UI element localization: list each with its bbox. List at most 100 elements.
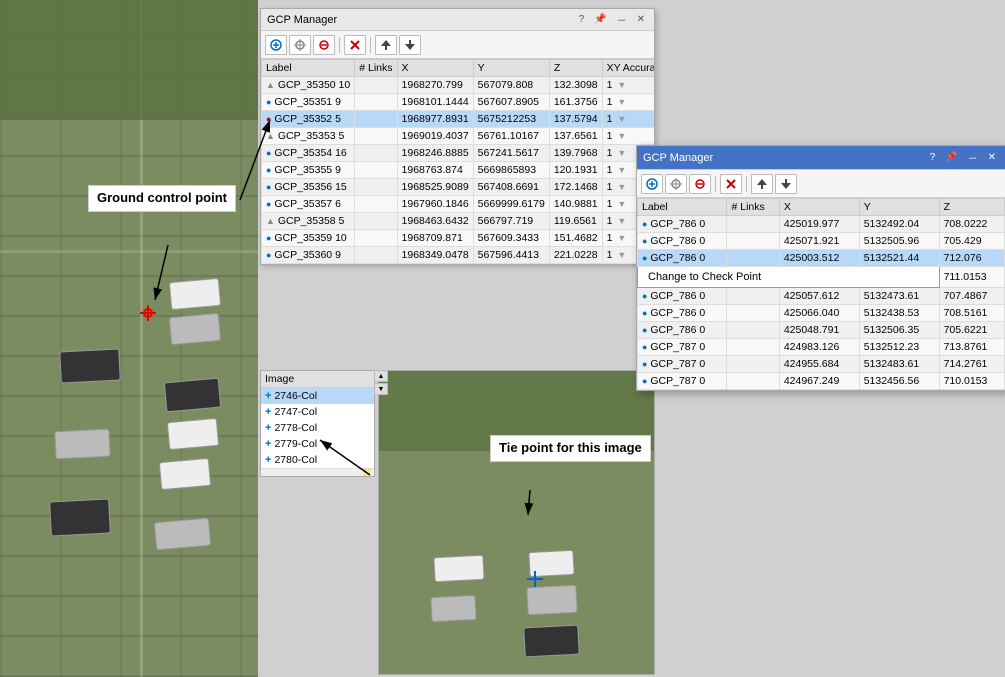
col-label[interactable]: Label xyxy=(262,60,355,77)
col-y[interactable]: Y xyxy=(473,60,549,77)
plus-icon: + xyxy=(265,454,271,466)
cell-y: 5669999.6179 xyxy=(473,196,549,213)
right-minimize-btn[interactable]: － xyxy=(965,150,981,165)
table-row[interactable]: ● GCP_786 0 425057.612 5132473.61 707.48… xyxy=(638,288,1005,305)
col-z[interactable]: Z xyxy=(549,60,602,77)
right-cell-y: 5132505.96 xyxy=(859,233,939,250)
col-xy-acc[interactable]: XY Accuracy xyxy=(602,60,654,77)
import-btn[interactable] xyxy=(375,35,397,55)
right-cell-label: ● GCP_786 0 xyxy=(638,250,727,267)
table-row[interactable]: ● GCP_787 0 424967.249 5132456.56 710.01… xyxy=(638,373,1005,390)
image-list-panel: Image +2746-Col+2747-Col+2778-Col+2779-C… xyxy=(260,370,375,477)
plus-icon: + xyxy=(265,390,271,402)
remove-gcp-btn[interactable] xyxy=(313,35,335,55)
main-table-scroll[interactable]: Label # Links X Y Z XY Accuracy Z Accura… xyxy=(261,59,654,264)
table-row[interactable]: ● GCP_35356 15 1968525.9089 567408.6691 … xyxy=(262,179,655,196)
table-row[interactable]: ● GCP_35360 9 1968349.0478 567596.4413 2… xyxy=(262,247,655,264)
cell-links xyxy=(355,179,397,196)
label-text: GCP_35356 15 xyxy=(274,181,346,193)
right-remove-btn[interactable] xyxy=(689,174,711,194)
cell-z: 221.0228 xyxy=(549,247,602,264)
image-panel-footer: 📁 xyxy=(261,468,374,476)
right-col-z[interactable]: Z xyxy=(939,199,1004,216)
right-table-scroll[interactable]: Label # Links X Y Z ● GCP_786 0 425019.9… xyxy=(637,198,1005,390)
right-cell-label: ● GCP_787 0 xyxy=(638,373,727,390)
right-export-btn[interactable] xyxy=(775,174,797,194)
add-gcp-btn[interactable] xyxy=(265,35,287,55)
list-item[interactable]: +2746-Col xyxy=(261,388,374,404)
scroll-up-btn[interactable]: ▲ xyxy=(374,370,388,382)
row-icon: ● xyxy=(266,199,271,209)
col-links[interactable]: # Links xyxy=(355,60,397,77)
list-item[interactable]: +2780-Col xyxy=(261,452,374,468)
right-cell-z: 710.0153 xyxy=(939,373,1004,390)
row-icon: ▲ xyxy=(266,131,275,141)
toolbar-sep-1 xyxy=(339,37,340,53)
right-cell-x: 424983.126 xyxy=(779,339,859,356)
pin-btn[interactable]: 📌 xyxy=(591,14,609,25)
cell-links xyxy=(355,247,397,264)
right-move-btn[interactable] xyxy=(665,174,687,194)
ground-control-point-label: Ground control point xyxy=(88,185,236,212)
right-col-x[interactable]: X xyxy=(779,199,859,216)
table-row[interactable]: ● GCP_786 0 425071.921 5132505.96 705.42… xyxy=(638,233,1005,250)
minimize-btn[interactable]: － xyxy=(614,12,630,27)
image-panel-header: Image xyxy=(261,371,374,388)
table-row[interactable]: ▲ GCP_35353 5 1969019.4037 56761.10167 1… xyxy=(262,128,655,145)
list-item[interactable]: +2747-Col xyxy=(261,404,374,420)
scroll-down-btn[interactable]: ▼ xyxy=(374,383,388,395)
cell-label: ● GCP_35355 9 xyxy=(262,162,355,179)
right-toolbar xyxy=(637,170,1005,198)
table-row[interactable]: ● GCP_787 0 424983.126 5132512.23 713.87… xyxy=(638,339,1005,356)
move-gcp-btn[interactable] xyxy=(289,35,311,55)
row-icon: ▲ xyxy=(266,80,275,90)
right-col-links[interactable]: # Links xyxy=(727,199,779,216)
table-row[interactable]: ● GCP_786 0 425066.040 5132438.53 708.51… xyxy=(638,305,1005,322)
right-import-btn[interactable] xyxy=(751,174,773,194)
gcp-main-table: Label # Links X Y Z XY Accuracy Z Accura… xyxy=(261,59,654,264)
close-btn[interactable]: ✕ xyxy=(634,14,648,25)
table-row[interactable]: ● GCP_786 0 425003.512 5132521.44 712.07… xyxy=(638,250,1005,267)
row-icon: ● xyxy=(266,182,271,192)
table-row[interactable]: ● GCP_35359 10 1968709.871 567609.3433 1… xyxy=(262,230,655,247)
context-z-value: 711.0153 xyxy=(939,267,1004,288)
right-label-text: GCP_786 0 xyxy=(650,290,705,302)
right-close-btn[interactable]: ✕ xyxy=(985,152,999,163)
cell-label: ▲ GCP_35353 5 xyxy=(262,128,355,145)
delete-btn[interactable] xyxy=(344,35,366,55)
list-item[interactable]: +2779-Col xyxy=(261,436,374,452)
cell-z: 139.7968 xyxy=(549,145,602,162)
list-item[interactable]: +2778-Col xyxy=(261,420,374,436)
table-row[interactable]: ● GCP_35357 6 1967960.1846 5669999.6179 … xyxy=(262,196,655,213)
right-pin-btn[interactable]: 📌 xyxy=(942,152,960,163)
right-col-y[interactable]: Y xyxy=(859,199,939,216)
cell-label: ● GCP_35352 5 xyxy=(262,111,355,128)
table-row[interactable]: ● GCP_35352 5 1968977.8931 5675212253 13… xyxy=(262,111,655,128)
table-row[interactable]: ▲ GCP_35358 5 1968463.6432 566797.719 11… xyxy=(262,213,655,230)
col-x[interactable]: X xyxy=(397,60,473,77)
cell-label: ● GCP_35359 10 xyxy=(262,230,355,247)
right-cell-label: ● GCP_786 0 xyxy=(638,305,727,322)
export-btn[interactable] xyxy=(399,35,421,55)
table-row[interactable]: ● GCP_786 0 425019.977 5132492.04 708.02… xyxy=(638,216,1005,233)
right-help-btn[interactable]: ? xyxy=(927,152,939,163)
change-check-point-cell[interactable]: Change to Check Point xyxy=(638,267,940,288)
right-delete-btn[interactable] xyxy=(720,174,742,194)
right-label-text: GCP_787 0 xyxy=(650,358,705,370)
right-cell-y: 5132483.61 xyxy=(859,356,939,373)
right-add-btn[interactable] xyxy=(641,174,663,194)
table-row[interactable]: ● GCP_787 0 424955.684 5132483.61 714.27… xyxy=(638,356,1005,373)
table-row[interactable]: ● GCP_35355 9 1968763.874 5669865893 120… xyxy=(262,162,655,179)
table-row[interactable]: ● GCP_35351 9 1968101.1444 567607.8905 1… xyxy=(262,94,655,111)
row-icon: ● xyxy=(266,233,271,243)
table-row[interactable]: ● GCP_786 0 425048.791 5132506.35 705.62… xyxy=(638,322,1005,339)
right-col-label[interactable]: Label xyxy=(638,199,727,216)
label-text: GCP_35360 9 xyxy=(274,249,341,261)
table-row[interactable]: ▲ GCP_35350 10 1968270.799 567079.808 13… xyxy=(262,77,655,94)
cell-y: 567609.3433 xyxy=(473,230,549,247)
cell-links xyxy=(355,77,397,94)
right-cell-z: 705.6221 xyxy=(939,322,1004,339)
help-btn[interactable]: ? xyxy=(576,14,588,25)
window-controls: ? 📌 － ✕ xyxy=(576,12,648,27)
table-row[interactable]: ● GCP_35354 16 1968246.8885 567241.5617 … xyxy=(262,145,655,162)
